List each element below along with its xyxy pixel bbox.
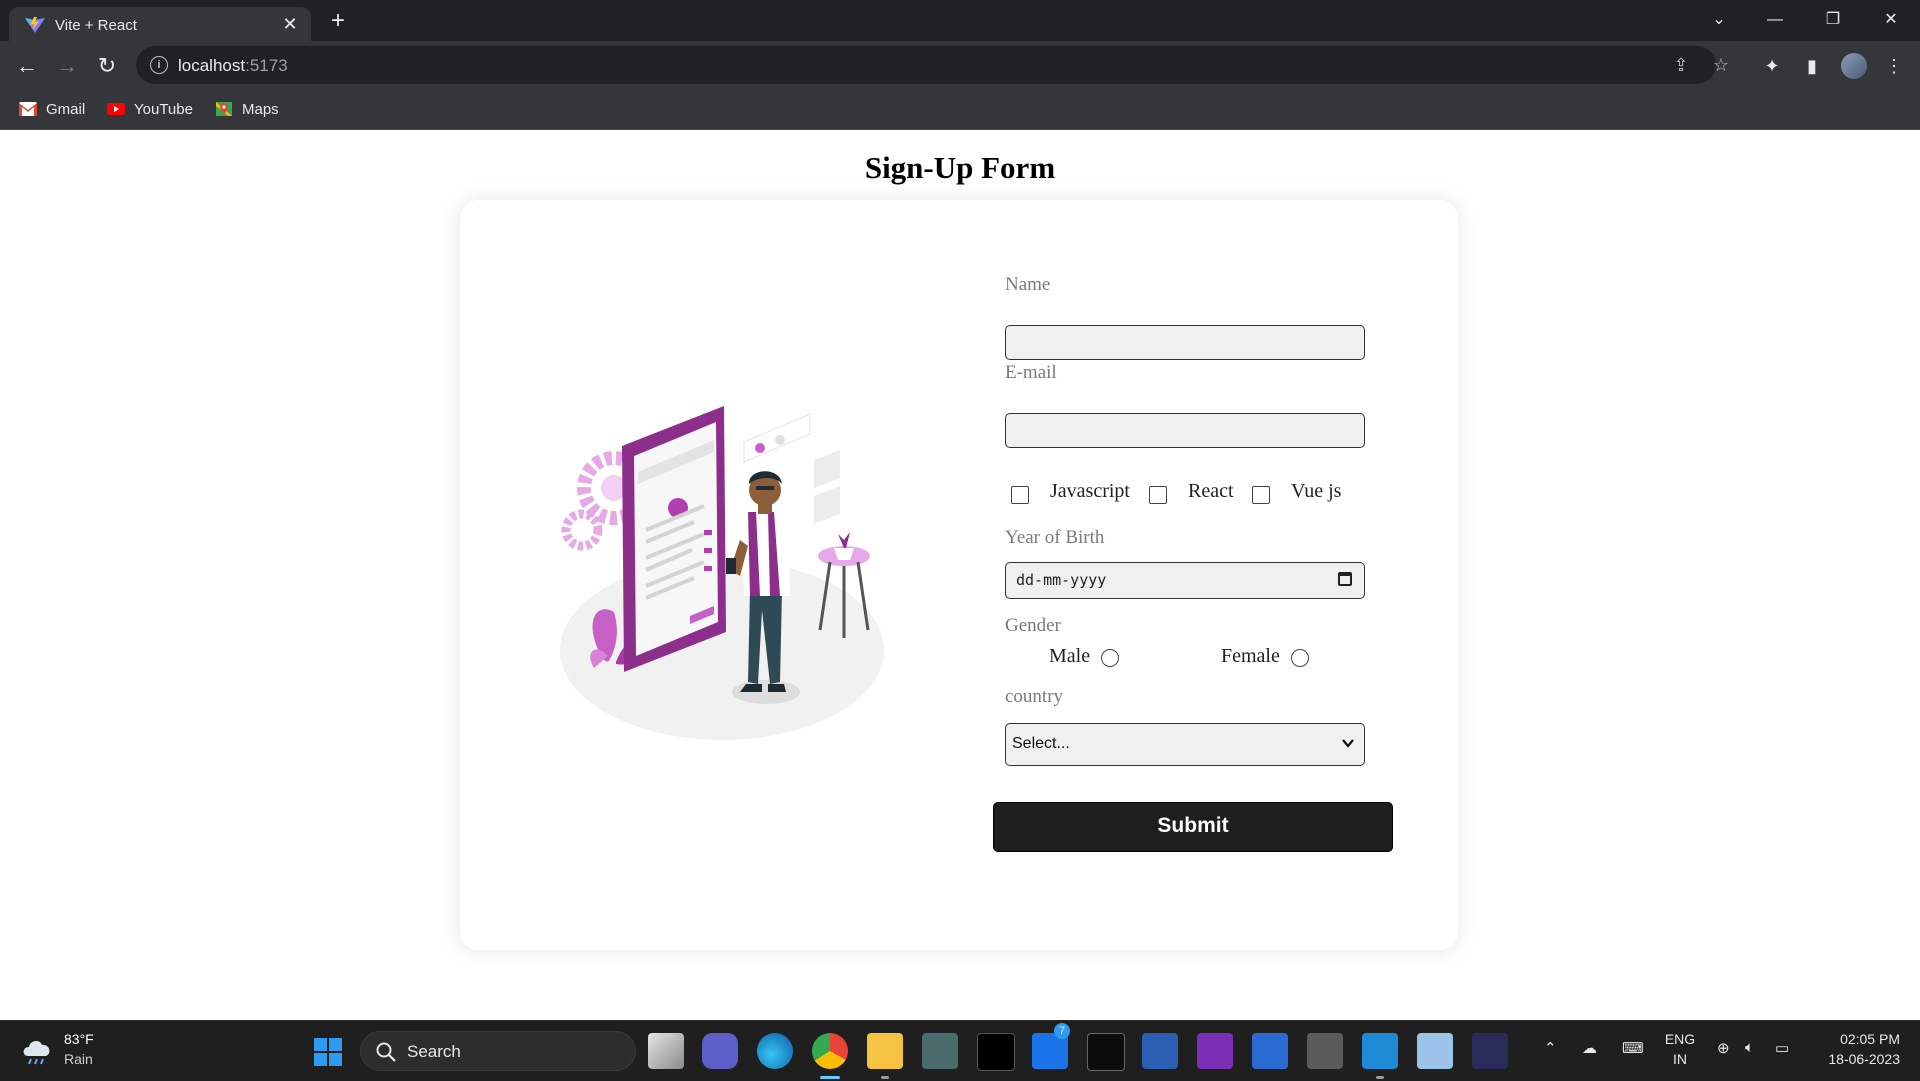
vscode-running-indicator	[1376, 1076, 1384, 1079]
onenote-icon[interactable]	[1197, 1033, 1233, 1069]
tab-search-chevron-icon[interactable]: ⌄	[1697, 6, 1741, 34]
female-radio[interactable]	[1291, 649, 1309, 667]
maps-icon	[216, 102, 232, 117]
security-app-icon[interactable]	[922, 1033, 958, 1069]
rain-cloud-icon[interactable]	[20, 1034, 56, 1066]
email-input[interactable]	[1005, 413, 1365, 448]
battery-icon[interactable]: ▭	[1775, 1039, 1789, 1057]
bookmark-maps[interactable]: Maps	[215, 99, 279, 121]
signup-card: Name E-mail Javascript React Vue js Year…	[460, 200, 1458, 950]
keyboard-icon[interactable]: ⌨	[1622, 1039, 1644, 1057]
male-radio-label: Male	[1049, 645, 1091, 667]
new-tab-icon[interactable]: +	[324, 8, 352, 36]
powershell-icon[interactable]	[1142, 1033, 1178, 1069]
address-bar[interactable]: i localhost:5173 ⇪ ☆	[136, 46, 1729, 84]
email-label: E-mail	[1005, 362, 1057, 383]
javascript-checkbox-label: Javascript	[1050, 480, 1130, 502]
chevron-down-icon	[1342, 739, 1354, 748]
performance-monitor-icon[interactable]	[1417, 1033, 1453, 1069]
bookmarks-bar: Gmail YouTube Maps	[0, 91, 1920, 130]
name-label: Name	[1005, 274, 1051, 295]
imdb-app-icon[interactable]	[977, 1033, 1015, 1071]
submit-button[interactable]: Submit	[993, 802, 1393, 852]
edge-browser-icon[interactable]	[757, 1033, 793, 1069]
show-hidden-icons-chevron-icon[interactable]: ⌃	[1544, 1039, 1557, 1057]
calculator-icon[interactable]	[1307, 1033, 1343, 1069]
browser-toolbar: ← → ↻ i localhost:5173 ⇪ ☆ ✦ ▮ ⋮	[0, 41, 1920, 91]
browser-menu-icon[interactable]: ⋮	[1882, 54, 1906, 78]
volume-icon[interactable]: 🔈︎	[1745, 1039, 1754, 1056]
onedrive-cloud-icon[interactable]: ☁	[1582, 1039, 1597, 1057]
windows-taskbar: 83°F Rain Search 7 ⌃ ☁ ⌨ ENG IN ⊕ 🔈︎ ▭ 0…	[0, 1020, 1920, 1081]
file-explorer-icon[interactable]	[867, 1033, 903, 1069]
country-select[interactable]: Select...	[1005, 723, 1365, 766]
vite-favicon-icon	[25, 17, 45, 33]
gmail-icon	[19, 102, 37, 117]
share-icon[interactable]: ⇪	[1670, 54, 1692, 76]
minimize-icon[interactable]: —	[1753, 6, 1797, 34]
task-view-icon[interactable]	[648, 1033, 684, 1069]
browser-tab-active[interactable]: Vite + React ✕	[9, 7, 311, 41]
reload-icon[interactable]: ↻	[91, 50, 123, 82]
word-icon[interactable]	[1252, 1033, 1288, 1069]
bookmark-youtube[interactable]: YouTube	[107, 99, 193, 121]
chrome-browser-icon[interactable]	[812, 1033, 848, 1069]
date-placeholder: dd-mm-yyyy	[1016, 571, 1107, 589]
extensions-puzzle-icon[interactable]: ✦	[1760, 54, 1784, 78]
teams-chat-icon[interactable]	[702, 1033, 738, 1069]
side-panel-icon[interactable]: ▮	[1800, 54, 1824, 78]
clock-time[interactable]: 02:05 PM	[1810, 1031, 1900, 1047]
network-globe-icon[interactable]: ⊕	[1717, 1039, 1730, 1057]
male-radio[interactable]	[1101, 649, 1119, 667]
react-checkbox-label: React	[1188, 480, 1234, 502]
search-placeholder: Search	[407, 1042, 461, 1061]
country-label: country	[1005, 686, 1064, 707]
mail-badge: 7	[1054, 1023, 1070, 1039]
gender-label: Gender	[1005, 615, 1061, 636]
weather-temperature[interactable]: 83°F	[64, 1031, 94, 1047]
url-text: localhost:5173	[178, 56, 288, 75]
vscode-icon[interactable]	[1362, 1033, 1398, 1069]
country-select-value: Select...	[1012, 735, 1070, 752]
year-of-birth-label: Year of Birth	[1005, 527, 1105, 548]
restore-icon[interactable]: ❐	[1811, 6, 1855, 34]
female-radio-label: Female	[1221, 645, 1280, 667]
calendar-icon[interactable]	[1338, 572, 1352, 586]
youtube-icon	[107, 103, 125, 116]
browser-tab-strip: Vite + React ✕ + ⌄ — ❐ ✕	[0, 0, 1920, 41]
bookmark-gmail[interactable]: Gmail	[19, 99, 85, 121]
windows-start-icon[interactable]	[314, 1038, 342, 1066]
clock-date[interactable]: 18-06-2023	[1810, 1051, 1900, 1067]
close-tab-icon[interactable]: ✕	[279, 13, 301, 35]
signup-form: Name E-mail Javascript React Vue js Year…	[993, 200, 1455, 950]
terminal-icon[interactable]	[1087, 1033, 1125, 1071]
tab-title: Vite + React	[55, 17, 137, 34]
chrome-active-indicator	[820, 1076, 840, 1079]
vuejs-checkbox-label: Vue js	[1291, 480, 1342, 502]
profile-avatar[interactable]	[1841, 53, 1867, 79]
bookmark-star-icon[interactable]: ☆	[1710, 54, 1732, 76]
signup-illustration-icon	[560, 406, 884, 740]
year-of-birth-input[interactable]: dd-mm-yyyy	[1005, 562, 1365, 599]
forward-arrow-icon[interactable]: →	[51, 50, 83, 82]
search-icon	[376, 1042, 396, 1062]
weather-condition[interactable]: Rain	[64, 1051, 93, 1067]
page-title: Sign-Up Form	[864, 150, 1056, 185]
explorer-running-indicator	[881, 1076, 889, 1079]
davinci-resolve-icon[interactable]	[1472, 1033, 1508, 1069]
taskbar-search-box[interactable]: Search	[360, 1031, 636, 1071]
back-arrow-icon[interactable]: ←	[11, 50, 43, 82]
close-window-icon[interactable]: ✕	[1869, 6, 1913, 34]
site-info-icon[interactable]: i	[150, 56, 168, 74]
javascript-checkbox[interactable]	[1011, 486, 1029, 504]
react-checkbox[interactable]	[1149, 486, 1167, 504]
vuejs-checkbox[interactable]	[1252, 486, 1270, 504]
language-indicator-line1[interactable]: ENG	[1660, 1031, 1700, 1047]
language-indicator-line2[interactable]: IN	[1660, 1051, 1700, 1067]
name-input[interactable]	[1005, 325, 1365, 360]
